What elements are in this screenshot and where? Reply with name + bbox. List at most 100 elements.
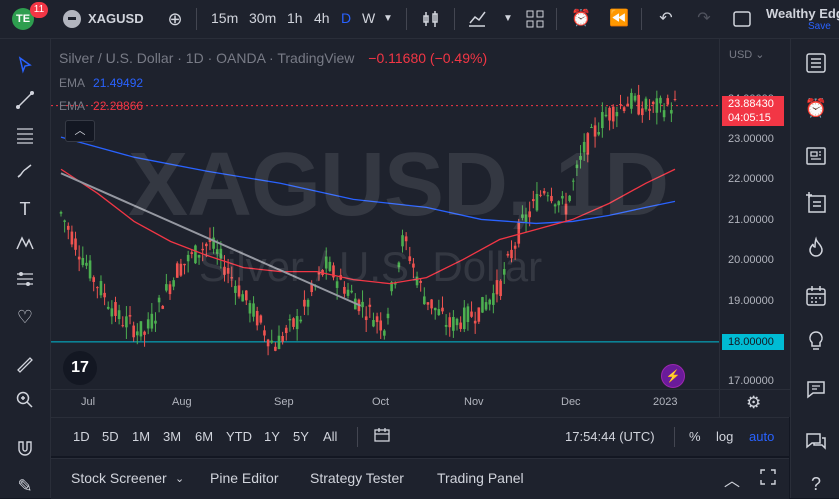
tab-strategy-tester[interactable]: Strategy Tester	[310, 470, 404, 486]
pattern-icon[interactable]	[13, 233, 37, 257]
prediction-icon[interactable]	[13, 269, 37, 293]
auto-scale-toggle[interactable]: auto	[749, 429, 774, 444]
messages-icon[interactable]	[803, 429, 829, 455]
candle-body	[477, 307, 481, 322]
interval-1h-button[interactable]: 1h	[287, 10, 303, 26]
indicators-icon[interactable]	[466, 8, 488, 30]
candle-body	[462, 307, 466, 330]
interval-w-button[interactable]: W	[362, 10, 375, 26]
last-price: 23.88430	[728, 98, 774, 110]
ruler-icon[interactable]	[13, 355, 37, 379]
brush-icon[interactable]	[13, 161, 37, 185]
log-toggle[interactable]: log	[716, 429, 733, 444]
watchlist-icon[interactable]	[803, 51, 829, 77]
currency-selector[interactable]: USD ⌄	[729, 48, 765, 61]
widget-bar: ⏰ ?	[790, 39, 839, 498]
candle-body	[372, 320, 375, 327]
zoom-icon[interactable]	[13, 390, 37, 414]
candles-icon[interactable]	[420, 8, 442, 30]
interval-15m-button[interactable]: 15m	[211, 10, 238, 26]
price-tick: 19.00000	[728, 295, 774, 307]
alert-icon[interactable]: ⏰	[570, 8, 592, 30]
utc-clock[interactable]: 17:54:44 (UTC)	[565, 429, 655, 444]
layout-icon[interactable]	[524, 8, 546, 30]
range-5d-button[interactable]: 5D	[102, 429, 119, 444]
add-symbol-icon[interactable]: ⊕	[164, 8, 186, 30]
candle-body	[103, 292, 106, 298]
drawing-toolbar: T ♡ ✎	[0, 39, 51, 498]
candle-body	[655, 98, 659, 113]
range-3m-button[interactable]: 3M	[163, 429, 181, 444]
ema-legend-2[interactable]: EMA 22.28866	[59, 99, 143, 113]
fullscreen-box-icon[interactable]	[731, 8, 753, 30]
top-toolbar: TE 11 XAGUSD ⊕ 15m 30m 1h 4h D W ▼ ▼ ⏰ ⏪…	[0, 0, 839, 39]
ema-legend-1[interactable]: EMA 21.49492	[59, 76, 143, 90]
add-alert-list-icon[interactable]	[803, 191, 829, 217]
maximize-panel-icon[interactable]	[759, 468, 777, 489]
price-tick: 20.00000	[728, 254, 774, 266]
text-tool-icon[interactable]: T	[13, 197, 37, 221]
goto-date-icon[interactable]	[373, 426, 391, 447]
range-5y-button[interactable]: 5Y	[293, 429, 309, 444]
candle-body	[368, 304, 372, 307]
tradingview-logo[interactable]: 17	[63, 351, 97, 385]
tab-trading-panel[interactable]: Trading Panel	[437, 470, 524, 486]
account-name[interactable]: Wealthy Edg	[766, 6, 839, 21]
divider	[454, 8, 455, 30]
heart-icon[interactable]: ♡	[13, 305, 37, 329]
interval-d-button[interactable]: D	[341, 10, 351, 26]
bottom-panel-bar: Stock Screener ⌄ Pine Editor Strategy Te…	[51, 458, 789, 499]
candle-body	[135, 331, 139, 336]
chat-icon[interactable]	[803, 377, 829, 403]
range-all-button[interactable]: All	[323, 429, 337, 444]
candle-body	[444, 324, 448, 327]
help-icon[interactable]: ?	[803, 471, 829, 497]
interval-4h-button[interactable]: 4h	[314, 10, 330, 26]
chevron-down-icon[interactable]: ▼	[497, 8, 519, 30]
chart-pane[interactable]: XAGUSD, 1D Silver / U.S. Dollar Silver /…	[51, 39, 719, 389]
news-icon[interactable]	[803, 144, 829, 170]
legend-change: −0.11680 (−0.49%)	[368, 50, 488, 66]
lock-drawing-icon[interactable]: ✎	[13, 474, 37, 498]
time-scale[interactable]: Jul Aug Sep Oct Nov Dec 2023	[51, 389, 719, 417]
magnet-icon[interactable]	[13, 439, 37, 463]
range-6m-button[interactable]: 6M	[195, 429, 213, 444]
range-1d-button[interactable]: 1D	[73, 429, 90, 444]
replay-icon[interactable]: ⏪	[608, 8, 630, 30]
cursor-icon[interactable]	[13, 55, 37, 79]
undo-icon[interactable]: ↶	[655, 8, 677, 30]
candle-body	[619, 104, 622, 106]
range-ytd-button[interactable]: YTD	[226, 429, 252, 444]
candle-body	[455, 318, 459, 326]
candle-body	[63, 220, 66, 222]
candle-body	[292, 318, 295, 327]
trendline-icon[interactable]	[13, 90, 37, 114]
fib-lines-icon[interactable]	[13, 125, 37, 149]
symbol-search-button[interactable]: XAGUSD	[88, 11, 144, 26]
gear-icon[interactable]: ⚙	[746, 393, 761, 413]
candle-body	[426, 302, 430, 305]
candle-body	[266, 339, 270, 347]
calendar-icon[interactable]	[803, 284, 829, 310]
price-scale[interactable]: USD ⌄ 24.00000 23.00000 22.00000 21.0000…	[719, 39, 790, 389]
alarm-clock-icon[interactable]: ⏰	[803, 95, 829, 121]
save-button[interactable]: Save	[808, 21, 831, 32]
lightning-icon[interactable]: ⚡	[661, 364, 685, 388]
collapse-legend-button[interactable]: ︿	[65, 120, 95, 142]
interval-30m-button[interactable]: 30m	[249, 10, 276, 26]
candle-body	[433, 307, 437, 311]
chevron-down-icon[interactable]: ⌄	[175, 472, 184, 485]
redo-icon[interactable]: ↷	[693, 8, 715, 30]
candle-body	[611, 106, 615, 122]
ideas-lightbulb-icon[interactable]	[803, 329, 829, 355]
tab-stock-screener[interactable]: Stock Screener	[71, 470, 167, 486]
hotlist-fire-icon[interactable]	[803, 236, 829, 262]
percent-toggle[interactable]: %	[689, 429, 701, 444]
range-1y-button[interactable]: 1Y	[264, 429, 280, 444]
tab-pine-editor[interactable]: Pine Editor	[210, 470, 278, 486]
range-1m-button[interactable]: 1M	[132, 429, 150, 444]
chevron-up-icon[interactable]: ︿	[724, 467, 740, 491]
candle-body	[168, 284, 172, 295]
chevron-down-icon[interactable]: ▼	[377, 8, 399, 30]
candle-body	[608, 107, 611, 121]
